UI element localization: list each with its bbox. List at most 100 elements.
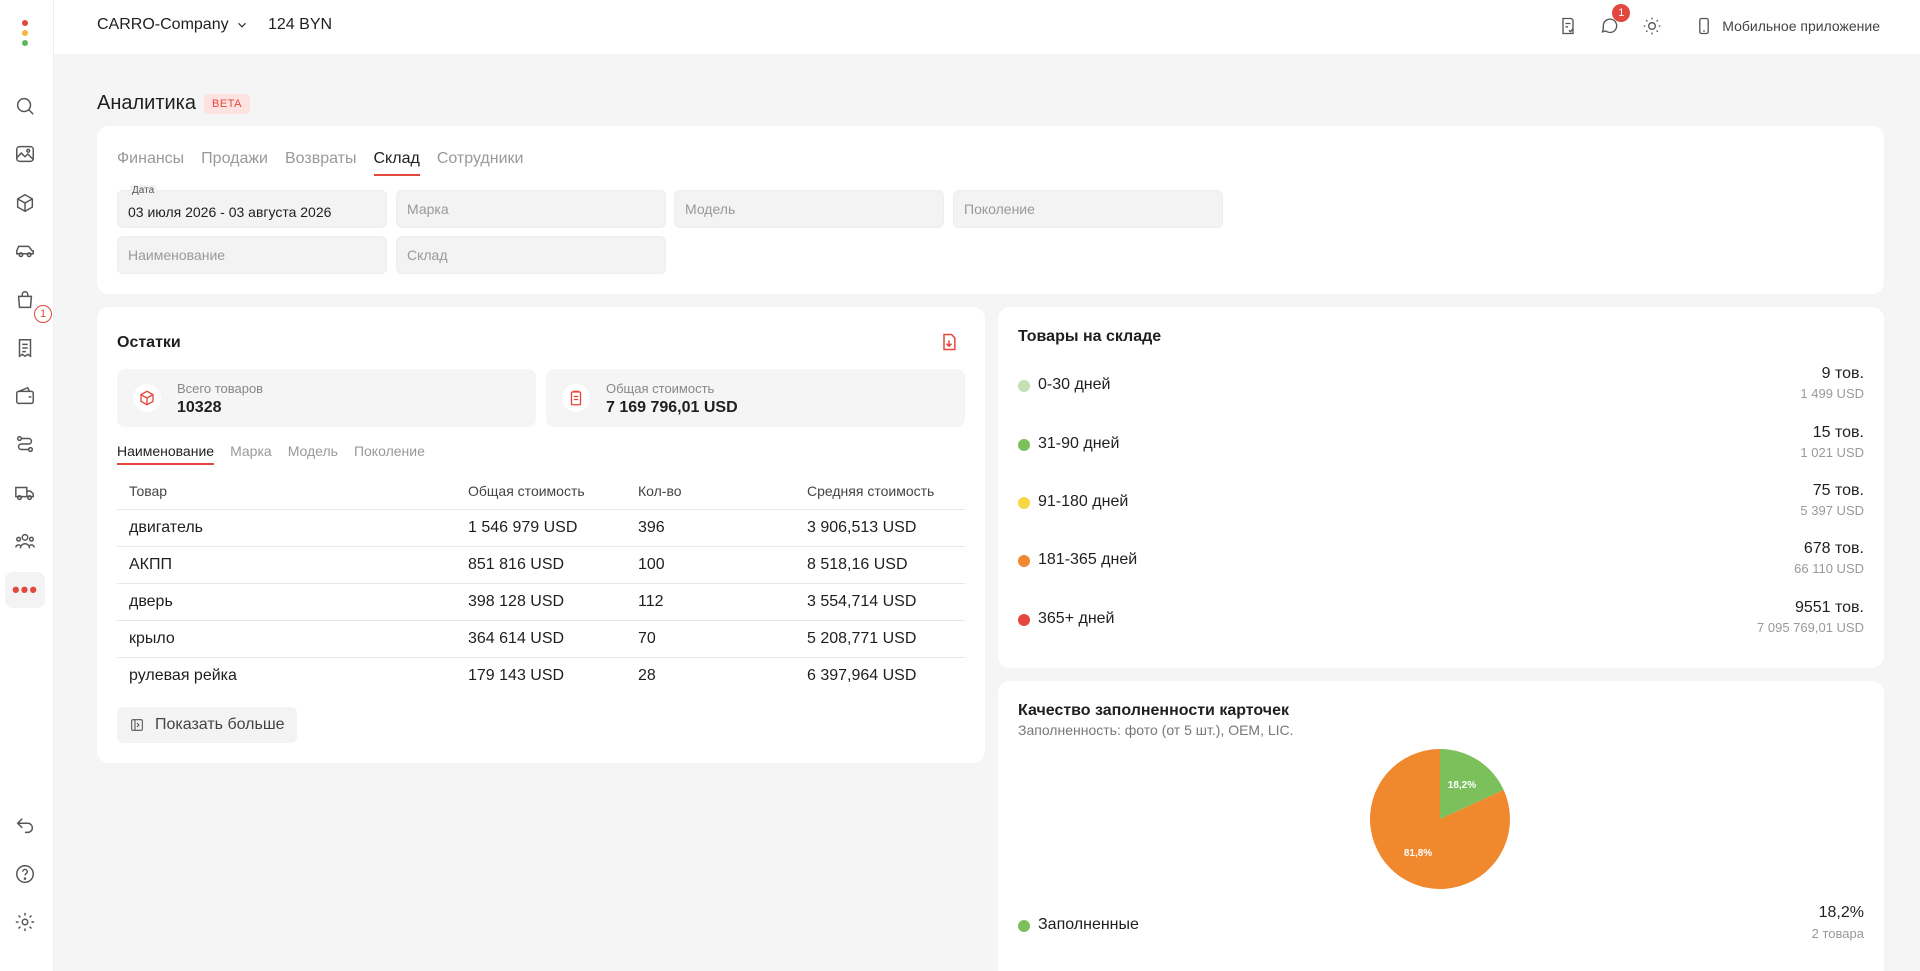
pie-slice-label: 18,2% (1448, 780, 1476, 791)
cell-product: АКПП (117, 546, 456, 584)
subtab-name[interactable]: Наименование (117, 443, 215, 465)
top-bar: CARRO-Company 124 BYN 1 Мобильное прилож… (54, 0, 1920, 54)
date-range-field[interactable]: Дата 03 июля 2026 - 03 августа 2026 (117, 185, 387, 228)
table-row[interactable]: дверь 398 128 USD 112 3 554,714 USD (117, 583, 965, 621)
legend-dot (1018, 380, 1030, 392)
company-selector[interactable]: CARRO-Company (97, 16, 249, 34)
tab-employees[interactable]: Сотрудники (437, 150, 524, 176)
pie-slice-label: 81,8% (1404, 848, 1432, 859)
messages-button[interactable]: 1 (1600, 4, 1631, 38)
cell-quantity: 112 (626, 583, 795, 621)
cell-product: дверь (117, 583, 456, 621)
stock-row: 365+ дней 9551 тов. 7 095 769,01 USD (1018, 597, 1864, 647)
stock-row-count: 15 тов. (1812, 424, 1864, 441)
cell-total-cost: 851 816 USD (456, 546, 626, 584)
table-row[interactable]: АКПП 851 816 USD 100 8 518,16 USD (117, 546, 965, 584)
remains-subtabs: Наименование Марка Модель Поколение (117, 443, 425, 465)
generation-field[interactable]: Поколение (953, 190, 1223, 228)
stock-row: 0-30 дней 9 тов. 1 499 USD (1018, 363, 1864, 413)
filters-card: Финансы Продажи Возвраты Склад Сотрудник… (97, 126, 1884, 294)
stock-row: 181-365 дней 678 тов. 66 110 USD (1018, 538, 1864, 588)
app-logo[interactable] (22, 20, 28, 46)
tab-sales[interactable]: Продажи (201, 150, 268, 176)
cell-total-cost: 1 546 979 USD (456, 509, 626, 547)
cell-quantity: 70 (626, 620, 795, 658)
search-icon[interactable] (13, 94, 37, 118)
model-field[interactable]: Модель (674, 190, 944, 228)
users-icon[interactable] (13, 529, 37, 553)
subtab-brand[interactable]: Марка (230, 443, 272, 465)
cell-average-cost: 3 906,513 USD (795, 509, 965, 547)
clipboard-check-icon (1562, 17, 1574, 35)
cell-average-cost: 3 554,714 USD (795, 583, 965, 621)
tab-returns[interactable]: Возвраты (285, 150, 357, 176)
download-report-icon[interactable] (939, 332, 959, 352)
total-cost-label: Общая стоимость (606, 381, 715, 396)
legend-dot (1018, 497, 1030, 509)
date-label: Дата (130, 185, 157, 196)
remains-title: Остатки (117, 334, 181, 351)
company-name: CARRO-Company (97, 16, 229, 33)
show-more-label: Показать больше (155, 716, 285, 733)
remains-card: Остатки Всего товаров 10328 Общая стоимо… (97, 307, 985, 763)
route-icon[interactable] (13, 432, 37, 456)
orders-badge: 1 (34, 305, 52, 323)
cell-average-cost: 8 518,16 USD (795, 546, 965, 584)
truck-icon[interactable] (13, 481, 37, 505)
quality-legend-row: Заполненные 18,2% 2 товара (1018, 902, 1864, 952)
total-cost-stat: Общая стоимость 7 169 796,01 USD (546, 369, 965, 427)
phone-icon (1699, 17, 1710, 35)
clipboard-icon (562, 384, 590, 412)
cell-average-cost: 5 208,771 USD (795, 620, 965, 658)
legend-dot (1018, 439, 1030, 451)
car-icon[interactable] (13, 239, 37, 263)
quality-legend-percent: 18,2% (1818, 904, 1864, 921)
theme-toggle[interactable] (1642, 14, 1662, 38)
stock-row-sum: 66 110 USD (1794, 561, 1864, 576)
settings-gear-icon[interactable] (13, 910, 37, 934)
col-quantity[interactable]: Кол-во (626, 473, 795, 510)
brand-field[interactable]: Марка (396, 190, 666, 228)
legend-dot (1018, 614, 1030, 626)
receipt-icon[interactable] (13, 336, 37, 360)
cell-product: рулевая рейка (129, 666, 237, 684)
subtab-generation[interactable]: Поколение (354, 443, 425, 465)
more-icon[interactable]: ••• (5, 572, 45, 608)
cell-quantity: 28 (638, 666, 656, 684)
shopping-bag-icon[interactable] (13, 288, 37, 312)
total-items-label: Всего товаров (177, 381, 264, 396)
show-more-button[interactable]: Показать больше (117, 707, 297, 743)
box-icon[interactable] (13, 191, 37, 215)
col-product[interactable]: Товар (117, 473, 456, 510)
image-icon[interactable] (13, 142, 37, 166)
mobile-app-link[interactable]: Мобильное приложение (1694, 16, 1880, 36)
card-quality-card: Качество заполненности карточек Заполнен… (998, 681, 1884, 971)
cell-quantity: 100 (626, 546, 795, 584)
notification-badge: 1 (1612, 4, 1631, 22)
wallet-icon[interactable] (13, 384, 37, 408)
stock-row-sum: 1 021 USD (1800, 445, 1864, 460)
help-icon[interactable] (13, 862, 37, 886)
col-total-cost[interactable]: Общая стоимость (456, 473, 626, 510)
stock-row-label: 365+ дней (1038, 610, 1115, 627)
table-row[interactable]: крыло 364 614 USD 70 5 208,771 USD (117, 620, 965, 658)
col-average-cost[interactable]: Средняя стоимость (795, 473, 965, 510)
mobile-app-label: Мобильное приложение (1722, 18, 1880, 34)
stock-age-card: Товары на складе 0-30 дней 9 тов. 1 499 … (998, 307, 1884, 668)
box-icon (133, 384, 161, 412)
cell-product: крыло (117, 620, 456, 658)
back-icon[interactable] (13, 814, 37, 838)
stock-row-label: 91-180 дней (1038, 493, 1129, 510)
subtab-model[interactable]: Модель (288, 443, 338, 465)
tasks-button[interactable] (1558, 14, 1578, 38)
name-field[interactable]: Наименование (117, 236, 387, 274)
sidebar: 1 ••• (0, 0, 54, 971)
stock-row-label: 31-90 дней (1038, 435, 1120, 452)
table-row[interactable]: рулевая рейка 179 143 USD 28 6 397,964 U… (117, 657, 965, 694)
total-items-value: 10328 (177, 399, 222, 416)
analytics-tabs: Финансы Продажи Возвраты Склад Сотрудник… (117, 150, 523, 176)
warehouse-field[interactable]: Склад (396, 236, 666, 274)
tab-warehouse[interactable]: Склад (373, 150, 420, 176)
table-row[interactable]: двигатель 1 546 979 USD 396 3 906,513 US… (117, 509, 965, 547)
tab-finance[interactable]: Финансы (117, 150, 184, 176)
